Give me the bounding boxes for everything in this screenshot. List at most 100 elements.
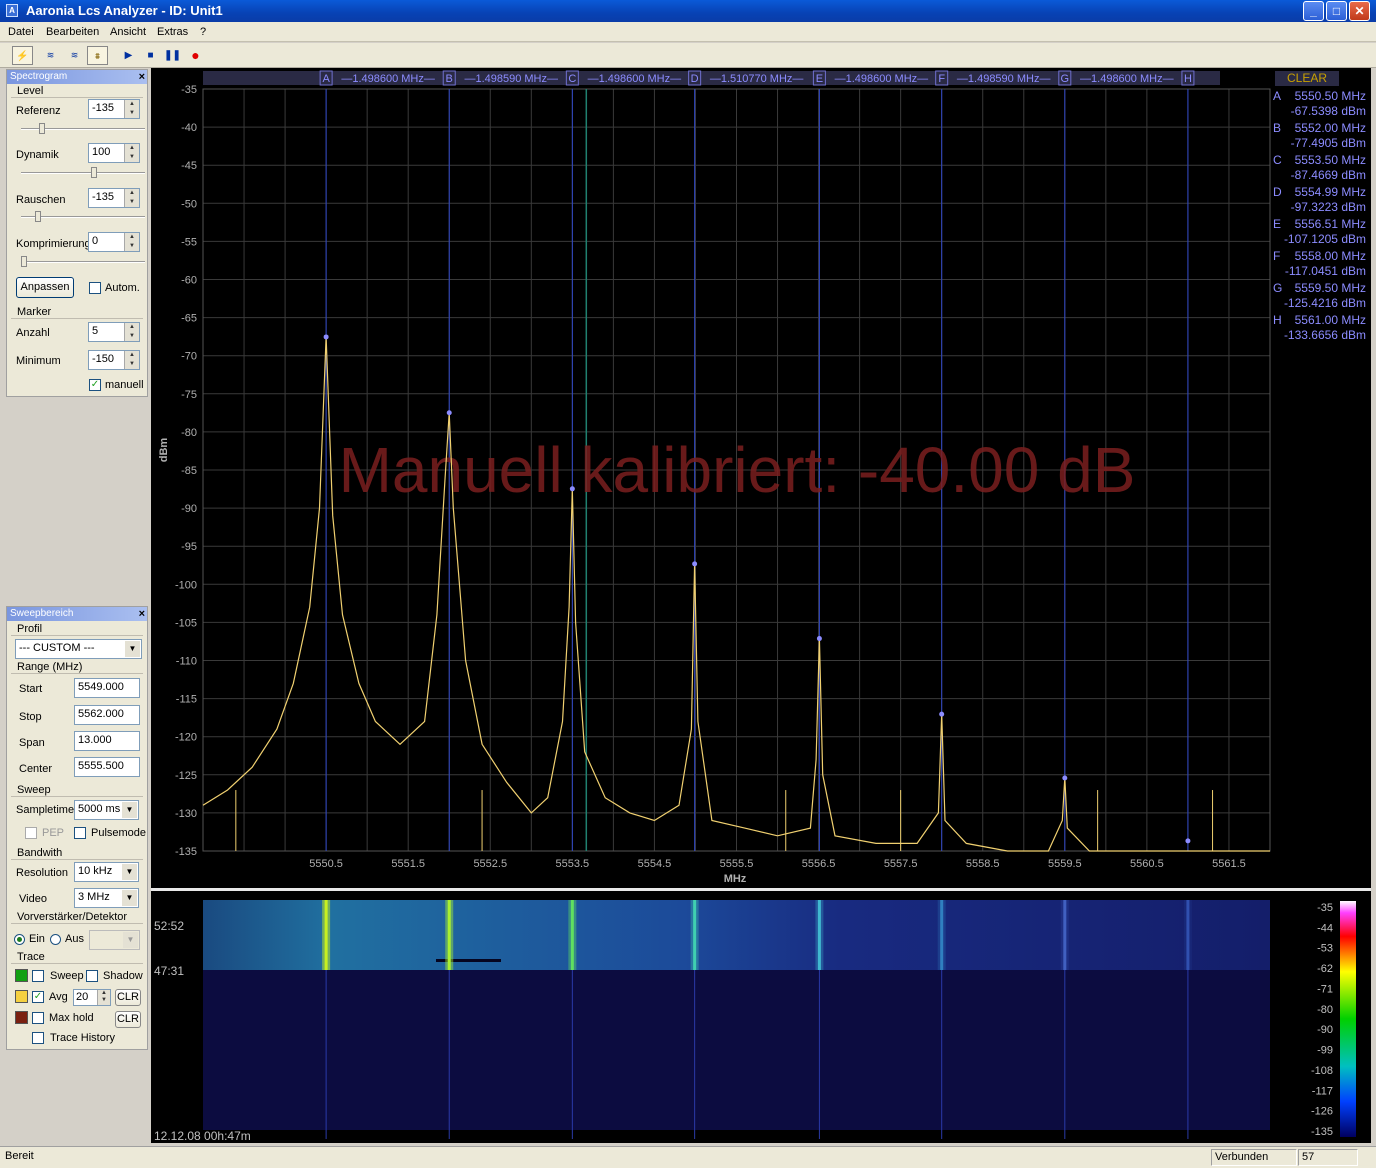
dynamik-spinner[interactable]: 100 ▲ ▼ — [88, 143, 140, 163]
detector-dropdown[interactable]: ▼ — [89, 930, 140, 950]
colorbar-tick-label: -71 — [1317, 983, 1333, 995]
menu-extras[interactable]: Extras — [157, 26, 188, 38]
chevron-down-icon: ▼ — [122, 890, 137, 906]
span-field[interactable]: 13.000 — [74, 731, 140, 751]
panel-close-icon[interactable]: × — [139, 607, 145, 621]
marker-readout-level: -67.5398 dBm — [1291, 104, 1366, 118]
menu-bearbeiten[interactable]: Bearbeiten — [46, 26, 99, 38]
app-icon: A — [6, 4, 18, 17]
marker-readout-letter: H — [1273, 313, 1282, 327]
maxhold-label: Max hold — [49, 1012, 94, 1024]
marker-readout-level: -133.6656 dBm — [1284, 328, 1366, 342]
rauschen-spinner[interactable]: -135 ▲ ▼ — [88, 188, 140, 208]
peak-marker-dot — [569, 486, 575, 492]
center-field[interactable]: 5555.500 — [74, 757, 140, 777]
avg-checkbox[interactable]: ✓ — [32, 991, 44, 1003]
maxhold-color-swatch[interactable] — [15, 1011, 28, 1024]
minimum-spinner[interactable]: -150 ▲ ▼ — [88, 350, 140, 370]
sweep-color-swatch[interactable] — [15, 969, 28, 982]
x-tick-label: 5556.5 — [802, 858, 836, 870]
maxhold-clear-button[interactable]: CLR — [115, 1011, 141, 1028]
referenz-slider[interactable] — [21, 123, 145, 134]
peak-marker-dot — [1185, 838, 1191, 844]
colorbar-tick-label: -108 — [1311, 1065, 1333, 1077]
referenz-spinner[interactable]: -135 ▲ ▼ — [88, 99, 140, 119]
y-tick-label: -85 — [181, 465, 197, 477]
pep-checkbox[interactable] — [25, 827, 37, 839]
chevron-down-icon: ▼ — [125, 641, 140, 657]
level-group-label: Level — [16, 85, 45, 97]
shadow-checkbox[interactable] — [86, 970, 98, 982]
spectrum-chart[interactable]: -35 -40 -45 -50 -55 -60 -65 -70 -75 -80 -85 -90 -95 -… — [151, 68, 1371, 888]
x-axis-label: MHz — [724, 873, 747, 885]
window-title: Aaronia Lcs Analyzer - ID: Unit1 — [26, 3, 223, 18]
stop-icon[interactable]: ■ — [140, 46, 161, 65]
anpassen-button[interactable]: Anpassen — [16, 277, 74, 298]
avg-clear-button[interactable]: CLR — [115, 989, 141, 1006]
center-label: Center — [19, 763, 53, 775]
sweep-panel: Sweepbereich × Profil --- CUSTOM --- ▼ Ran… — [6, 606, 148, 1050]
aus-radio[interactable] — [50, 934, 61, 945]
sweep-range-icon[interactable]: ≋ — [40, 46, 61, 65]
komprimierung-slider[interactable] — [21, 256, 145, 267]
resolution-dropdown[interactable]: 10 kHz ▼ — [74, 862, 139, 882]
ein-radio[interactable] — [14, 934, 25, 945]
sampletime-dropdown[interactable]: 5000 ms ▼ — [74, 800, 139, 820]
avg-color-swatch[interactable] — [15, 990, 28, 1003]
autom-checkbox[interactable] — [89, 282, 101, 294]
rauschen-label: Rauschen — [16, 194, 66, 206]
maximize-button[interactable]: □ — [1326, 1, 1347, 21]
marker-readout-level: -97.3223 dBm — [1291, 200, 1366, 214]
record-icon[interactable]: ● — [185, 46, 206, 65]
y-tick-label: -120 — [175, 732, 197, 744]
marker-readout-level: -77.4905 dBm — [1291, 136, 1366, 150]
waterfall-signal — [324, 900, 328, 970]
x-tick-label: 5550.5 — [309, 858, 343, 870]
delta-marker-letter: C — [568, 73, 576, 85]
delta-marker-letter: D — [691, 73, 699, 85]
marker-readout-freq: 5554.99 MHz — [1295, 185, 1366, 199]
profil-dropdown[interactable]: --- CUSTOM --- ▼ — [15, 639, 142, 659]
waterfall-time-label: 52:52 — [154, 919, 184, 933]
menu-datei[interactable]: Datei — [8, 26, 34, 38]
pulsemode-checkbox[interactable] — [74, 827, 86, 839]
manuell-checkbox[interactable]: ✓ — [89, 379, 101, 391]
rauschen-slider[interactable] — [21, 211, 145, 222]
komprimierung-spinner[interactable]: 0 ▲ ▼ — [88, 232, 140, 252]
x-tick-label: 5554.5 — [638, 858, 672, 870]
sweep-checkbox[interactable] — [32, 970, 44, 982]
play-icon[interactable]: ▶ — [118, 46, 139, 65]
ein-label: Ein — [29, 933, 45, 945]
y-axis-label: dBm — [158, 438, 170, 463]
avg-label: Avg — [49, 991, 68, 1003]
delta-marker-letter: A — [322, 73, 330, 85]
pause-icon[interactable]: ❚❚ — [162, 46, 183, 65]
y-tick-label: -55 — [181, 236, 197, 248]
dynamik-slider[interactable] — [21, 167, 145, 178]
clear-button-label: CLEAR — [1287, 71, 1327, 85]
waterfall-signal — [570, 900, 574, 970]
trace-icon[interactable]: ⩩ — [87, 46, 108, 65]
chevron-down-icon: ▼ — [122, 802, 137, 818]
start-field[interactable]: 5549.000 — [74, 678, 140, 698]
maxhold-checkbox[interactable] — [32, 1012, 44, 1024]
menu-ansicht[interactable]: Ansicht — [110, 26, 146, 38]
marker-readout-freq: 5550.50 MHz — [1295, 89, 1366, 103]
sweep-range-2-icon[interactable]: ≋ — [64, 46, 85, 65]
waterfall-display[interactable]: 52:52 47:31 12.12.08 00h:47m -35 -44 -53 -62 -7… — [151, 891, 1371, 1143]
connect-icon[interactable]: ⚡ — [12, 46, 33, 65]
waterfall-signal — [1186, 900, 1190, 970]
avg-spinner[interactable]: 20 ▲ ▼ — [73, 989, 111, 1006]
anzahl-spinner[interactable]: 5 ▲ ▼ — [88, 322, 140, 342]
minimize-button[interactable]: _ — [1303, 1, 1324, 21]
profil-group-label: Profil — [16, 623, 44, 635]
menu-help[interactable]: ? — [200, 26, 206, 38]
video-dropdown[interactable]: 3 MHz ▼ — [74, 888, 139, 908]
title-bar: A Aaronia Lcs Analyzer - ID: Unit1 _ □ ✕ — [0, 0, 1376, 22]
delta-value: —1.498600 MHz— — [341, 73, 435, 85]
panel-close-icon[interactable]: × — [139, 70, 145, 84]
close-button[interactable]: ✕ — [1349, 1, 1370, 21]
spectrum-display[interactable]: -35 -40 -45 -50 -55 -60 -65 -70 -75 -80 -85 -90 -95 -… — [151, 68, 1371, 888]
trace-history-checkbox[interactable] — [32, 1032, 44, 1044]
stop-field[interactable]: 5562.000 — [74, 705, 140, 725]
